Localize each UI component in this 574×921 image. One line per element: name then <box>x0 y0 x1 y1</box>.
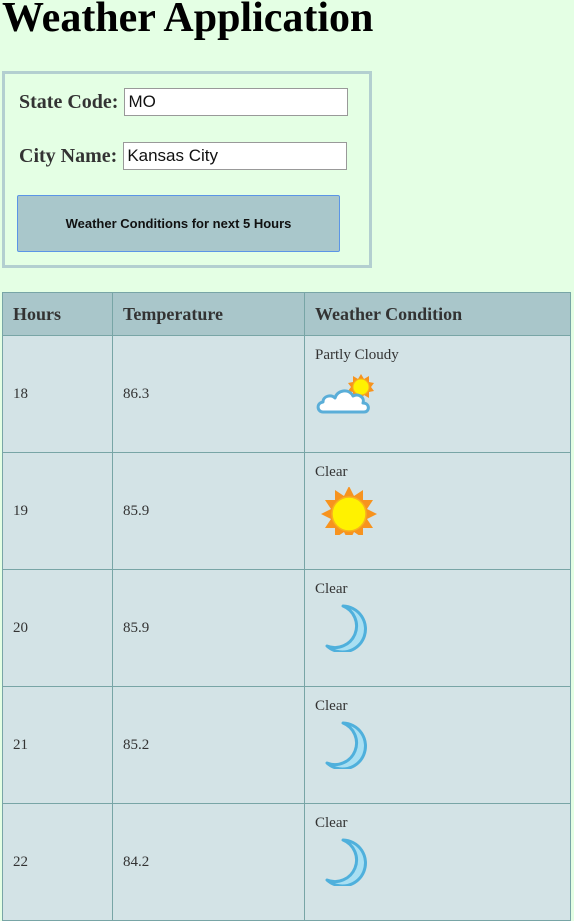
get-weather-button[interactable]: Weather Conditions for next 5 Hours <box>17 195 340 252</box>
table-row: 19 85.9 Clear <box>2 452 571 570</box>
moon-icon <box>325 721 367 769</box>
state-code-input[interactable] <box>124 88 349 116</box>
state-code-label: State Code: <box>19 90 119 113</box>
weather-condition-header: Weather Condition <box>304 292 571 336</box>
hour-cell: 21 <box>2 686 113 804</box>
table-row: 18 86.3 Partly Cloudy <box>2 335 571 453</box>
hour-cell: 20 <box>2 569 113 687</box>
forecast-table: Hours Temperature Weather Condition 18 8… <box>2 292 571 921</box>
condition-cell: Partly Cloudy <box>304 335 571 453</box>
condition-cell: Clear <box>304 569 571 687</box>
page-title: Weather Application <box>2 0 374 41</box>
condition-text: Clear <box>315 581 348 597</box>
condition-cell: Clear <box>304 686 571 804</box>
state-code-row: State Code: <box>19 88 349 116</box>
temperature-cell: 86.3 <box>112 335 305 453</box>
sun-icon <box>321 487 377 535</box>
table-row: 20 85.9 Clear <box>2 569 571 687</box>
temperature-cell: 85.9 <box>112 569 305 687</box>
condition-text: Clear <box>315 698 348 714</box>
city-name-label: City Name: <box>19 144 118 167</box>
city-name-row: City Name: <box>19 142 348 170</box>
table-row: 21 85.2 Clear <box>2 686 571 804</box>
hour-cell: 22 <box>2 803 113 921</box>
city-name-input[interactable] <box>123 142 348 170</box>
condition-text: Partly Cloudy <box>315 347 399 363</box>
partly-cloudy-icon <box>316 374 374 414</box>
hours-header: Hours <box>2 292 113 336</box>
temperature-cell: 85.2 <box>112 686 305 804</box>
table-header-row: Hours Temperature Weather Condition <box>2 292 571 336</box>
condition-text: Clear <box>315 815 348 831</box>
temperature-cell: 84.2 <box>112 803 305 921</box>
temperature-header: Temperature <box>112 292 305 336</box>
condition-cell: Clear <box>304 803 571 921</box>
condition-text: Clear <box>315 464 348 480</box>
table-row: 22 84.2 Clear <box>2 803 571 921</box>
weather-form: State Code: City Name: Weather Condition… <box>2 71 372 268</box>
temperature-cell: 85.9 <box>112 452 305 570</box>
moon-icon <box>325 604 367 652</box>
hour-cell: 19 <box>2 452 113 570</box>
hour-cell: 18 <box>2 335 113 453</box>
condition-cell: Clear <box>304 452 571 570</box>
